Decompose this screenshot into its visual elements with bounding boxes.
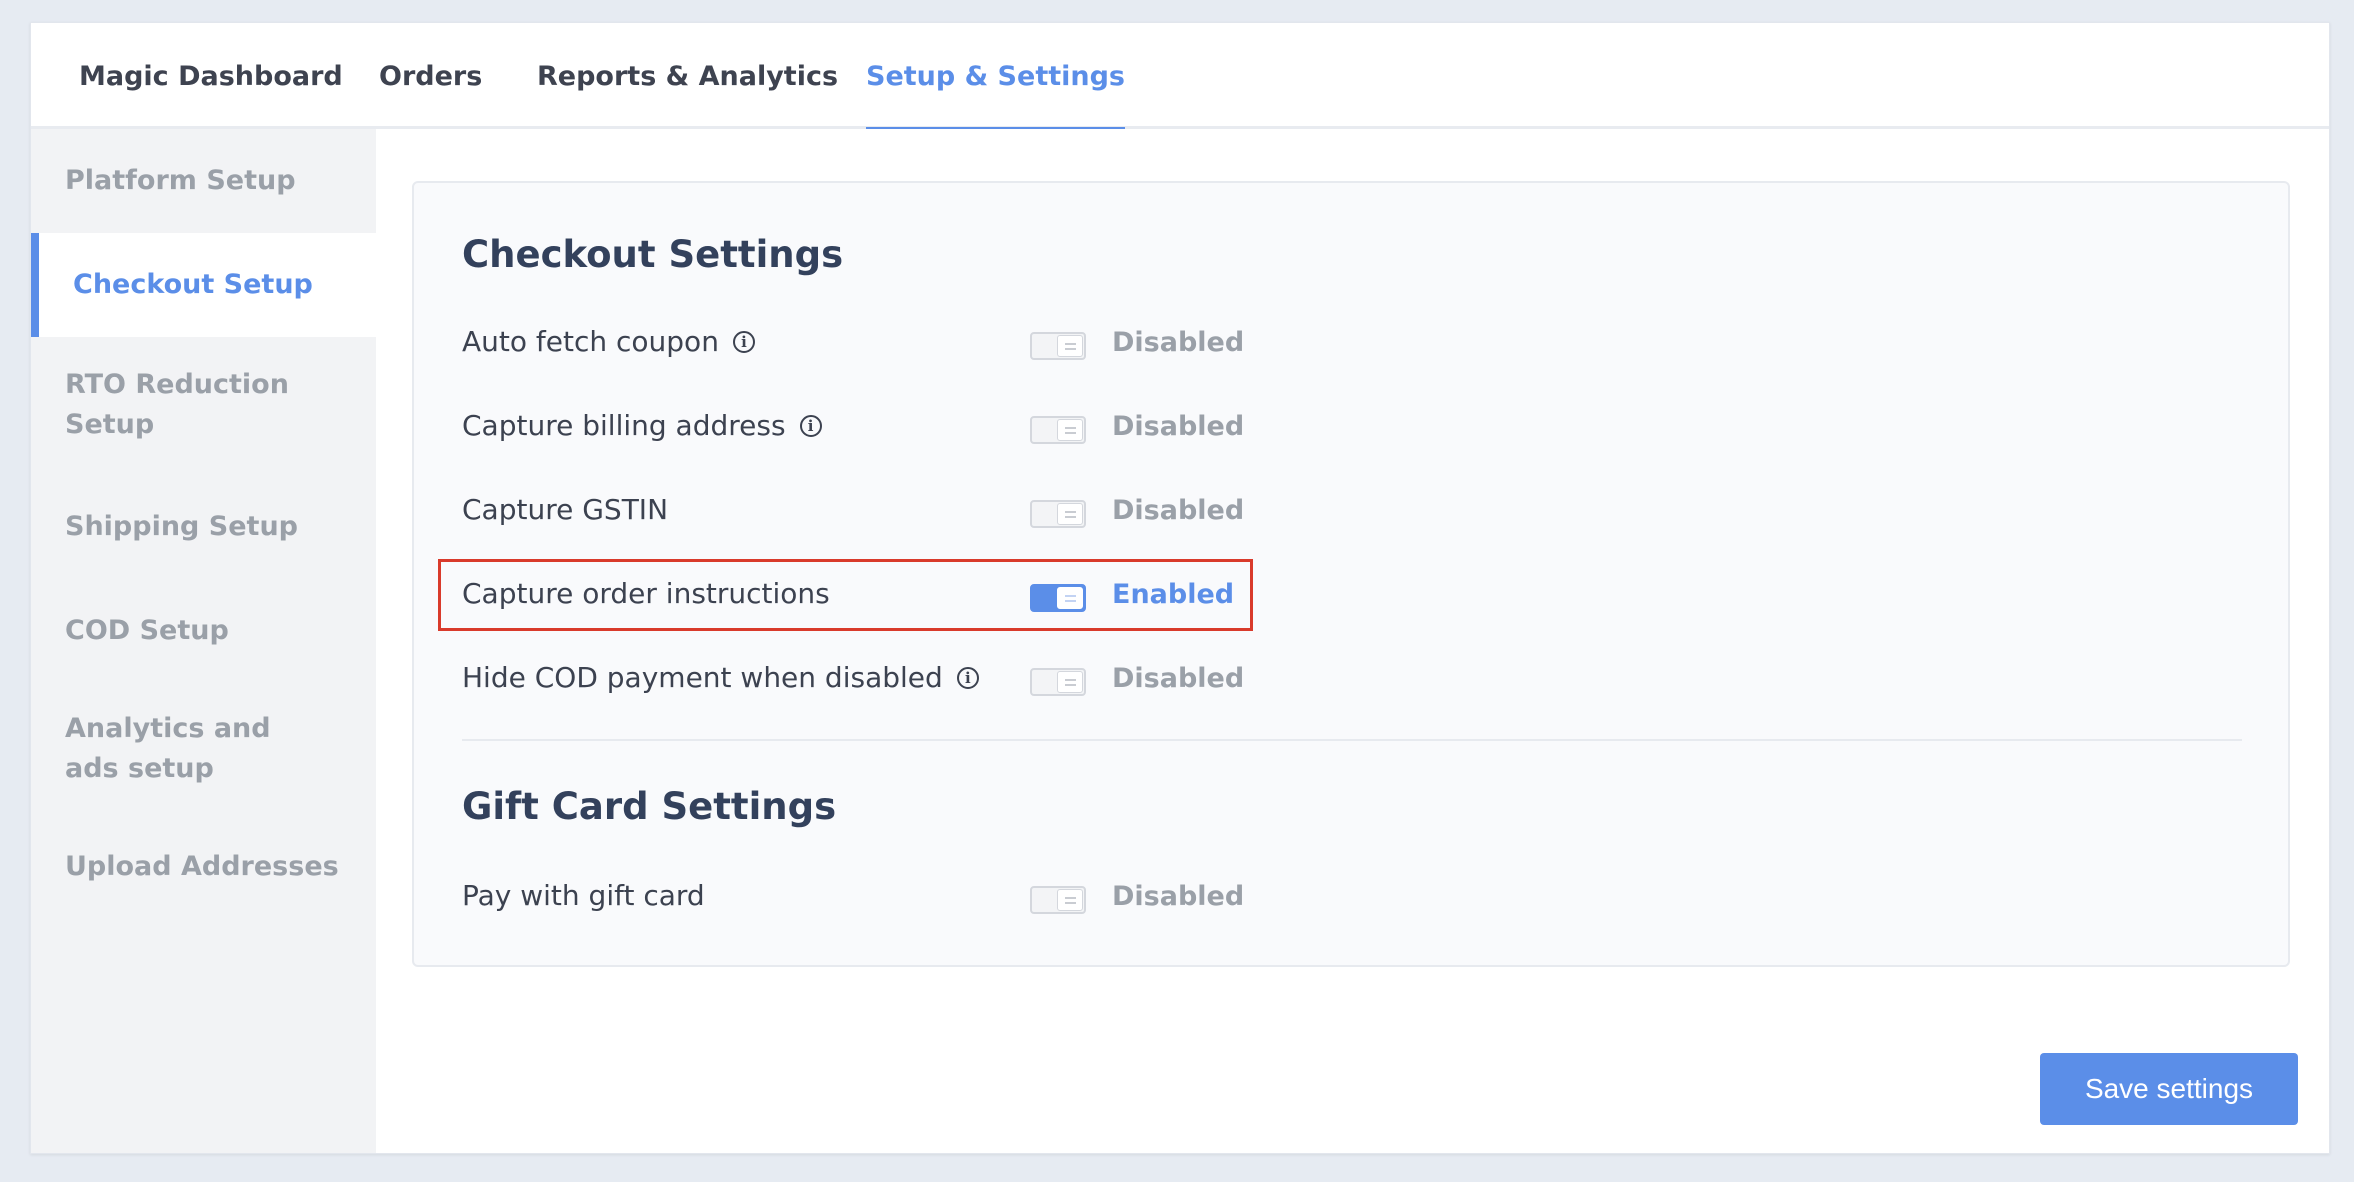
section-divider: [462, 739, 2242, 741]
toggle-knob: [1057, 587, 1083, 609]
toggle-auto-fetch-coupon[interactable]: [1030, 332, 1086, 360]
top-navigation: Magic Dashboard Orders Reports & Analyti…: [31, 23, 2329, 132]
tab-magic-dashboard[interactable]: Magic Dashboard: [79, 23, 343, 129]
status-capture-billing-address: Disabled: [1112, 411, 1245, 442]
sidebar: Platform Setup Checkout Setup RTO Reduct…: [31, 129, 376, 1153]
toggle-capture-order-instructions[interactable]: [1030, 584, 1086, 612]
toggle-knob: [1057, 419, 1083, 441]
settings-card: Checkout Settings Auto fetch coupon i Di…: [412, 181, 2290, 967]
setting-label-capture-gstin: Capture GSTIN: [462, 493, 668, 526]
toggle-knob: [1057, 335, 1083, 357]
setting-label-text: Hide COD payment when disabled: [462, 661, 943, 694]
setting-label-text: Capture billing address: [462, 409, 786, 442]
status-pay-with-gift-card: Disabled: [1112, 881, 1245, 912]
main-content: Checkout Settings Auto fetch coupon i Di…: [376, 129, 2329, 1153]
setting-label-auto-fetch-coupon: Auto fetch coupon i: [462, 325, 755, 358]
tab-reports-analytics[interactable]: Reports & Analytics: [537, 23, 838, 129]
checkout-settings-title: Checkout Settings: [462, 233, 844, 276]
toggle-capture-billing-address[interactable]: [1030, 416, 1086, 444]
setting-label-pay-with-gift-card: Pay with gift card: [462, 879, 705, 912]
tab-setup-settings[interactable]: Setup & Settings: [866, 23, 1126, 132]
sidebar-item-cod-setup[interactable]: COD Setup: [31, 579, 376, 683]
sidebar-item-rto-reduction-setup[interactable]: RTO Reduction Setup: [31, 355, 311, 455]
toggle-knob: [1057, 503, 1083, 525]
status-capture-gstin: Disabled: [1112, 495, 1245, 526]
sidebar-item-upload-addresses[interactable]: Upload Addresses: [31, 815, 376, 919]
status-capture-order-instructions: Enabled: [1112, 579, 1235, 610]
toggle-hide-cod-payment[interactable]: [1030, 668, 1086, 696]
setting-label-text: Capture GSTIN: [462, 493, 669, 526]
gift-card-settings-title: Gift Card Settings: [462, 785, 837, 828]
sidebar-item-platform-setup[interactable]: Platform Setup: [31, 129, 376, 233]
toggle-knob: [1057, 671, 1083, 693]
setting-label-text: Capture order instructions: [462, 577, 830, 610]
setting-label-capture-order-instructions: Capture order instructions: [462, 577, 830, 610]
info-circle-icon[interactable]: i: [799, 414, 822, 437]
status-auto-fetch-coupon: Disabled: [1112, 327, 1245, 358]
setting-label-capture-billing-address: Capture billing address i: [462, 409, 822, 442]
sidebar-item-checkout-setup[interactable]: Checkout Setup: [31, 233, 376, 337]
tab-orders[interactable]: Orders: [379, 23, 482, 129]
sidebar-item-shipping-setup[interactable]: Shipping Setup: [31, 475, 376, 579]
info-circle-icon[interactable]: i: [956, 666, 979, 689]
info-circle-icon[interactable]: i: [732, 330, 755, 353]
save-settings-button[interactable]: Save settings: [2040, 1053, 2298, 1125]
status-hide-cod-payment: Disabled: [1112, 663, 1245, 694]
sidebar-item-analytics-ads-setup[interactable]: Analytics and ads setup: [31, 699, 331, 799]
setting-label-text: Auto fetch coupon: [462, 325, 719, 358]
setting-label-text: Pay with gift card: [462, 879, 705, 912]
toggle-capture-gstin[interactable]: [1030, 500, 1086, 528]
app-frame: Magic Dashboard Orders Reports & Analyti…: [30, 22, 2330, 1154]
toggle-knob: [1057, 889, 1083, 911]
toggle-pay-with-gift-card[interactable]: [1030, 886, 1086, 914]
setting-label-hide-cod-payment: Hide COD payment when disabled i: [462, 661, 979, 694]
